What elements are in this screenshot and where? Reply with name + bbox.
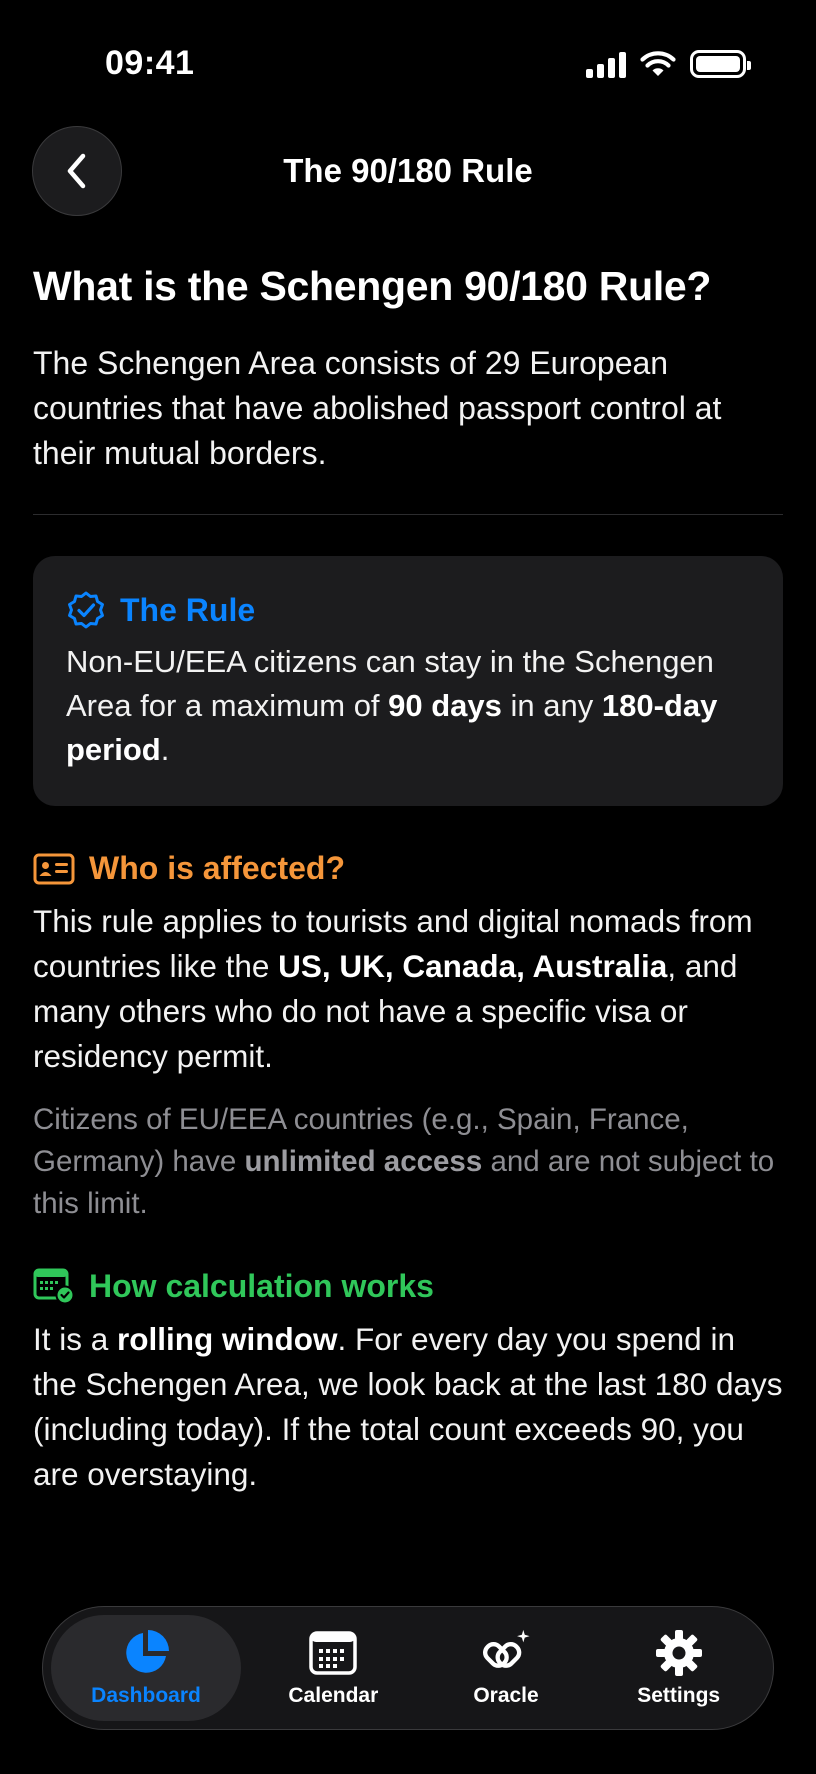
status-icons [586, 50, 751, 78]
rule-card: The Rule Non-EU/EEA citizens can stay in… [33, 556, 783, 807]
intro-text: The Schengen Area consists of 29 Europea… [33, 345, 722, 472]
affected-section: Who is affected? This rule applies to to… [33, 850, 783, 1225]
section-heading: What is the Schengen 90/180 Rule? [33, 263, 712, 309]
eu-note-text: Citizens of EU/EEA countries (e.g., Spai… [33, 1103, 775, 1221]
tab-settings[interactable]: Settings [592, 1615, 765, 1721]
tab-dashboard[interactable]: Dashboard [51, 1615, 241, 1721]
tab-label: Calendar [288, 1684, 379, 1707]
rule-text: Non-EU/EEA citizens can stay in the Sche… [66, 644, 718, 768]
nav-header: The 90/180 Rule [0, 126, 816, 216]
tab-label: Oracle [473, 1684, 539, 1707]
rule-header: The Rule [66, 590, 751, 630]
pie-chart-icon [121, 1628, 171, 1678]
cellular-signal-icon [586, 50, 626, 78]
verified-badge-icon [68, 591, 104, 629]
calculation-header: How calculation works [33, 1267, 783, 1305]
affected-text: This rule applies to tourists and digita… [33, 903, 753, 1075]
gear-icon [654, 1628, 704, 1678]
tab-oracle[interactable]: Oracle [420, 1615, 593, 1721]
calculation-title: How calculation works [89, 1267, 434, 1304]
calendar-check-icon [33, 1268, 75, 1305]
affected-title: Who is affected? [89, 850, 346, 887]
tab-bar: Dashboard Calendar Oracle Settings [42, 1606, 774, 1730]
tab-calendar[interactable]: Calendar [247, 1615, 420, 1721]
tab-label: Dashboard [91, 1684, 201, 1707]
tab-label: Settings [637, 1684, 721, 1707]
calculation-section: How calculation works It is a rolling wi… [33, 1267, 783, 1497]
wifi-icon [640, 51, 676, 76]
page-title: The 90/180 Rule [283, 152, 533, 189]
content: What is the Schengen 90/180 Rule? The Sc… [33, 262, 783, 1497]
status-time: 09:41 [105, 44, 195, 82]
status-bar: 09:41 [0, 0, 816, 130]
affected-header: Who is affected? [33, 850, 783, 887]
divider [33, 514, 783, 516]
calendar-icon [308, 1628, 358, 1678]
oracle-sparkle-icon [481, 1628, 531, 1678]
rule-title: The Rule [120, 591, 256, 628]
battery-icon [690, 50, 751, 78]
calculation-text: It is a rolling window. For every day yo… [33, 1321, 783, 1493]
id-card-icon [33, 853, 75, 885]
